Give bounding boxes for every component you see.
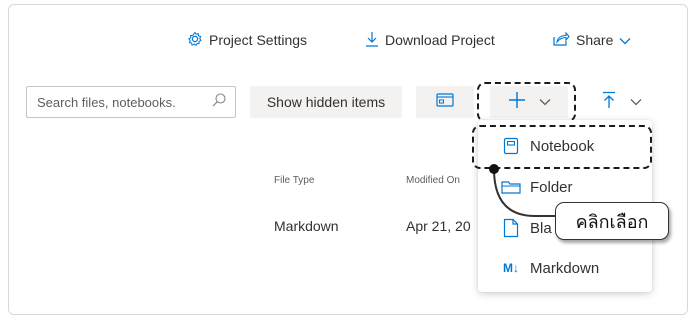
terminal-icon (436, 92, 454, 112)
column-header-file-type[interactable]: File Type (274, 175, 314, 186)
upload-button[interactable] (592, 86, 652, 118)
show-hidden-items-label: Show hidden items (266, 94, 386, 110)
search-icon[interactable] (211, 92, 227, 113)
download-project-button[interactable]: Download Project (365, 28, 495, 52)
download-project-label: Download Project (385, 32, 495, 48)
callout-text: คลิกเลือก (575, 211, 649, 233)
gear-icon (187, 31, 209, 50)
terminal-button[interactable] (416, 86, 474, 118)
share-icon (552, 31, 576, 50)
project-settings-button[interactable]: Project Settings (187, 28, 307, 52)
share-label: Share (576, 32, 614, 48)
chevron-down-icon (630, 93, 642, 111)
column-header-modified-on[interactable]: Modified On (406, 175, 460, 186)
project-settings-label: Project Settings (209, 32, 308, 48)
markdown-icon: M↓ (503, 261, 519, 275)
menu-item-markdown[interactable]: M↓ Markdown (478, 248, 652, 288)
pointer-connector (489, 164, 555, 219)
show-hidden-items-button[interactable]: Show hidden items (250, 86, 402, 118)
share-button[interactable]: Share (552, 28, 637, 52)
chevron-down-icon (619, 32, 637, 48)
new-button-highlight (477, 82, 576, 122)
cell-modified-on: Apr 21, 20 (406, 218, 471, 234)
upload-icon (602, 91, 616, 114)
instruction-callout: คลิกเลือก (555, 202, 669, 240)
search-box[interactable] (26, 86, 236, 118)
download-icon (365, 31, 385, 50)
search-input[interactable] (35, 93, 211, 111)
cell-file-type: Markdown (274, 218, 339, 234)
menu-item-label: Markdown (530, 259, 600, 277)
